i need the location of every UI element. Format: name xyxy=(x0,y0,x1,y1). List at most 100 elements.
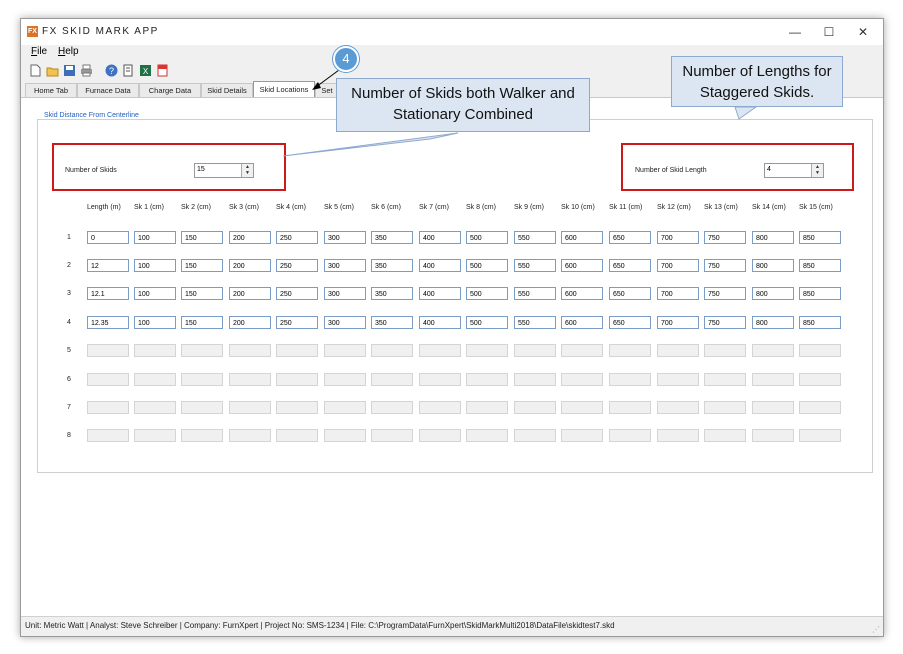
grid-cell[interactable]: 800 xyxy=(752,231,794,244)
num-lengths-spinner[interactable]: 4 ▲ ▼ xyxy=(764,163,824,178)
help-icon[interactable]: ? xyxy=(105,64,118,77)
num-lengths-value[interactable]: 4 xyxy=(767,166,771,173)
grid-cell[interactable]: 750 xyxy=(704,259,746,272)
pdf-icon[interactable] xyxy=(156,64,169,77)
grid-cell[interactable]: 600 xyxy=(561,231,603,244)
tab-home[interactable]: Home Tab xyxy=(25,83,77,97)
grid-cell[interactable]: 550 xyxy=(514,259,556,272)
minimize-button[interactable]: — xyxy=(779,22,811,42)
row-label: 7 xyxy=(67,404,71,411)
grid-cell-disabled xyxy=(419,401,461,414)
spinner-arrows[interactable]: ▲ ▼ xyxy=(241,164,253,177)
grid-cell[interactable]: 650 xyxy=(609,287,651,300)
grid-cell[interactable]: 400 xyxy=(419,259,461,272)
grid-cell-disabled xyxy=(466,401,508,414)
print-icon[interactable] xyxy=(80,64,93,77)
grid-cell[interactable]: 300 xyxy=(324,316,366,329)
grid-cell-disabled xyxy=(324,344,366,357)
grid-cell[interactable]: 850 xyxy=(799,316,841,329)
grid-cell[interactable]: 800 xyxy=(752,259,794,272)
grid-cell[interactable]: 350 xyxy=(371,231,413,244)
grid-cell[interactable]: 0 xyxy=(87,231,129,244)
grid-cell[interactable]: 300 xyxy=(324,231,366,244)
down-arrow-icon[interactable]: ▼ xyxy=(242,170,253,176)
grid-cell[interactable]: 500 xyxy=(466,231,508,244)
grid-cell[interactable]: 250 xyxy=(276,287,318,300)
down-arrow-icon[interactable]: ▼ xyxy=(812,170,823,176)
menu-help[interactable]: Help xyxy=(58,46,79,57)
tab-skid-locations[interactable]: Skid Locations xyxy=(253,81,315,98)
grid-cell-disabled xyxy=(561,344,603,357)
grid-cell[interactable]: 700 xyxy=(657,287,699,300)
grid-cell[interactable]: 700 xyxy=(657,259,699,272)
grid-cell[interactable]: 550 xyxy=(514,287,556,300)
grid-cell[interactable]: 650 xyxy=(609,259,651,272)
menu-file[interactable]: File xyxy=(31,46,47,57)
grid-cell-disabled xyxy=(704,429,746,442)
grid-cell[interactable]: 400 xyxy=(419,316,461,329)
grid-cell[interactable]: 800 xyxy=(752,316,794,329)
grid-cell[interactable]: 100 xyxy=(134,287,176,300)
grid-cell[interactable]: 150 xyxy=(181,316,223,329)
grid-cell[interactable]: 200 xyxy=(229,316,271,329)
grid-cell[interactable]: 400 xyxy=(419,287,461,300)
grid-cell[interactable]: 100 xyxy=(134,259,176,272)
close-button[interactable]: ✕ xyxy=(847,22,879,42)
spinner-arrows[interactable]: ▲ ▼ xyxy=(811,164,823,177)
grid-cell[interactable]: 350 xyxy=(371,287,413,300)
maximize-button[interactable]: ☐ xyxy=(813,22,845,42)
num-skids-spinner[interactable]: 15 ▲ ▼ xyxy=(194,163,254,178)
grid-cell[interactable]: 250 xyxy=(276,231,318,244)
grid-cell[interactable]: 100 xyxy=(134,316,176,329)
tab-skid-details[interactable]: Skid Details xyxy=(201,83,253,97)
grid-cell[interactable]: 850 xyxy=(799,259,841,272)
grid-cell[interactable]: 500 xyxy=(466,287,508,300)
tab-furnace-data[interactable]: Furnace Data xyxy=(77,83,139,97)
grid-cell[interactable]: 350 xyxy=(371,316,413,329)
grid-cell[interactable]: 150 xyxy=(181,287,223,300)
grid-cell[interactable]: 150 xyxy=(181,231,223,244)
grid-cell[interactable]: 200 xyxy=(229,259,271,272)
grid-cell[interactable]: 12.35 xyxy=(87,316,129,329)
grid-cell[interactable]: 800 xyxy=(752,287,794,300)
grid-cell[interactable]: 400 xyxy=(419,231,461,244)
tab-charge-data[interactable]: Charge Data xyxy=(139,83,201,97)
grid-cell[interactable]: 750 xyxy=(704,316,746,329)
grid-cell[interactable]: 600 xyxy=(561,316,603,329)
grid-cell[interactable]: 200 xyxy=(229,231,271,244)
grid-cell[interactable]: 550 xyxy=(514,316,556,329)
resize-grip-icon[interactable]: ⋰ xyxy=(872,625,880,634)
grid-cell[interactable]: 12.1 xyxy=(87,287,129,300)
grid-cell[interactable]: 300 xyxy=(324,287,366,300)
grid-cell[interactable]: 150 xyxy=(181,259,223,272)
grid-cell[interactable]: 600 xyxy=(561,287,603,300)
num-skids-label: Number of Skids xyxy=(65,167,117,174)
grid-cell[interactable]: 850 xyxy=(799,287,841,300)
grid-cell[interactable]: 500 xyxy=(466,259,508,272)
grid-cell[interactable]: 700 xyxy=(657,231,699,244)
grid-cell[interactable]: 300 xyxy=(324,259,366,272)
row-label: 5 xyxy=(67,347,71,354)
grid-cell[interactable]: 650 xyxy=(609,316,651,329)
grid-cell[interactable]: 600 xyxy=(561,259,603,272)
new-file-icon[interactable] xyxy=(29,64,42,77)
save-icon[interactable] xyxy=(63,64,76,77)
open-folder-icon[interactable] xyxy=(46,64,59,77)
grid-cell[interactable]: 550 xyxy=(514,231,556,244)
grid-cell[interactable]: 250 xyxy=(276,259,318,272)
grid-cell[interactable]: 750 xyxy=(704,287,746,300)
grid-cell[interactable]: 650 xyxy=(609,231,651,244)
column-header: Sk 15 (cm) xyxy=(799,204,833,211)
grid-cell[interactable]: 700 xyxy=(657,316,699,329)
grid-cell[interactable]: 250 xyxy=(276,316,318,329)
grid-cell[interactable]: 350 xyxy=(371,259,413,272)
num-skids-value[interactable]: 15 xyxy=(197,166,205,173)
grid-cell[interactable]: 750 xyxy=(704,231,746,244)
grid-cell[interactable]: 850 xyxy=(799,231,841,244)
grid-cell[interactable]: 200 xyxy=(229,287,271,300)
excel-icon[interactable]: X xyxy=(139,64,152,77)
grid-cell[interactable]: 12 xyxy=(87,259,129,272)
grid-cell[interactable]: 100 xyxy=(134,231,176,244)
grid-cell[interactable]: 500 xyxy=(466,316,508,329)
report-icon[interactable] xyxy=(122,64,135,77)
